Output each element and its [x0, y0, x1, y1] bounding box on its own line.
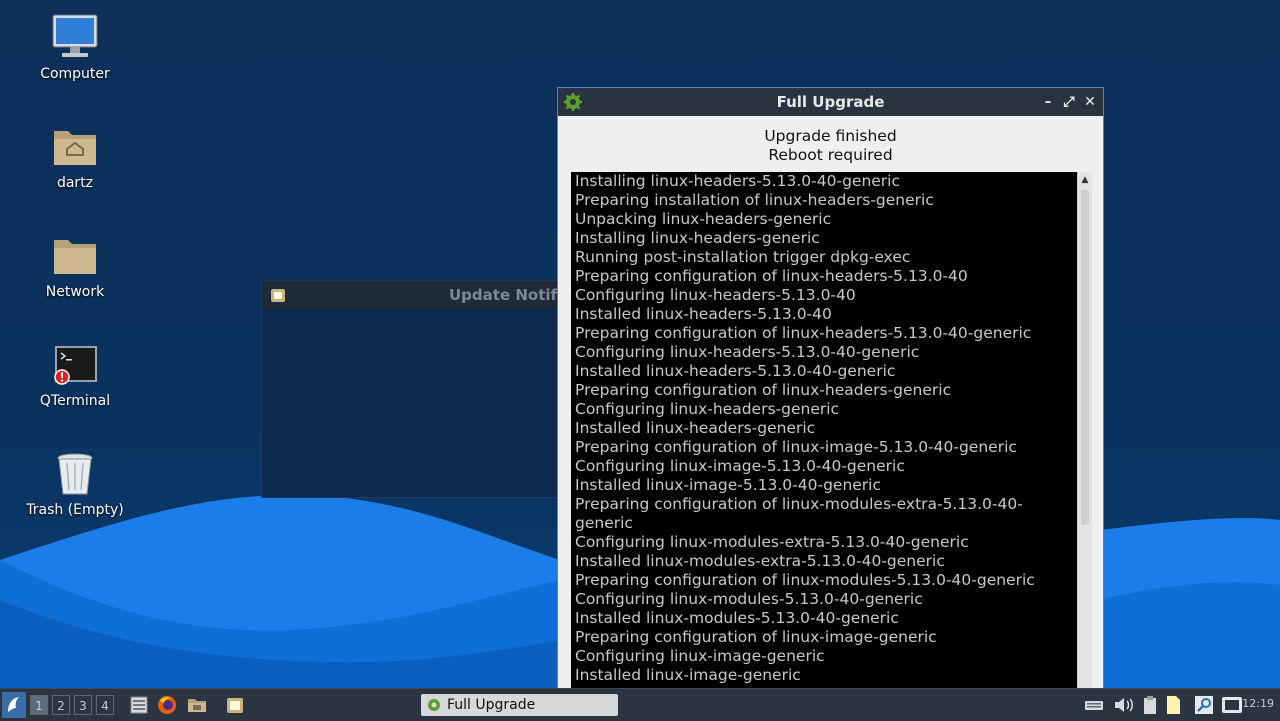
gear-icon — [428, 699, 440, 711]
log-line: Preparing installation of linux-headers-… — [575, 191, 934, 209]
desktop-switch-4[interactable]: 4 — [96, 695, 114, 715]
desktop-icon-label: Trash (Empty) — [26, 502, 124, 518]
scroll-up-arrow-icon[interactable]: ▲ — [1078, 174, 1092, 186]
desktop-switch-2[interactable]: 2 — [52, 695, 70, 715]
log-line: Installed linux-headers-generic — [575, 419, 816, 437]
minimize-button[interactable]: – — [1039, 93, 1057, 111]
computer-icon — [52, 14, 98, 57]
log-line: Configuring linux-headers-5.13.0-40-gene… — [575, 343, 920, 361]
log-line: Installing linux-headers-generic — [575, 229, 820, 247]
log-line: Running post-installation trigger dpkg-e… — [575, 248, 911, 266]
log-line: Installed linux-image-generic — [575, 666, 801, 684]
update-app-icon — [271, 289, 285, 302]
close-button[interactable]: ✕ — [1081, 93, 1099, 111]
trash-icon — [57, 453, 93, 495]
window-title: Full Upgrade — [776, 93, 885, 111]
log-line: Preparing configuration of linux-headers… — [575, 267, 968, 285]
file-manager-icon[interactable] — [187, 695, 207, 715]
log-line: Installed linux-image-5.13.0-40-generic — [575, 476, 882, 494]
full-upgrade-window[interactable]: Full Upgrade – ⤢ ✕ Upgrade finished Rebo… — [557, 87, 1104, 688]
desktop-switch-1[interactable]: 1 — [30, 695, 48, 715]
desktop-icon-label: QTerminal — [39, 393, 111, 409]
start-menu-icon[interactable] — [2, 692, 26, 718]
log-line: Installing linux-headers-5.13.0-40-gener… — [575, 172, 901, 190]
update-notifier-window[interactable]: Update Notifi — [261, 280, 563, 498]
desktop-icon-qterminal[interactable]: QTerminal — [20, 339, 130, 409]
log-line: Preparing configuration of linux-modules… — [575, 571, 1035, 589]
log-line: Preparing configuration of linux-headers… — [575, 381, 952, 399]
log-line: Installed linux-modules-5.13.0-40-generi… — [575, 609, 899, 627]
log-line: Unpacking linux-headers-generic — [575, 210, 832, 228]
notes-icon[interactable] — [1163, 695, 1183, 715]
terminal-icon — [54, 346, 97, 385]
desktop-icon-computer[interactable]: Computer — [20, 12, 130, 82]
desktop-icon-label: dartz — [56, 175, 94, 191]
desktop-switch-3[interactable]: 3 — [74, 695, 92, 715]
desktop-icon-label: Computer — [40, 66, 110, 82]
upgrade-status: Upgrade finished Reboot required — [558, 116, 1103, 165]
keyboard-icon[interactable] — [1084, 695, 1104, 715]
folder-icon — [54, 240, 96, 274]
show-desktop-icon[interactable] — [129, 695, 149, 715]
maximize-button[interactable]: ⤢ — [1060, 93, 1078, 111]
log-line: Configuring linux-headers-generic — [575, 400, 840, 418]
desktop-icon-home[interactable]: dartz — [20, 121, 130, 191]
update-notifier-tray-icon[interactable] — [1221, 695, 1243, 715]
log-line: Preparing configuration of linux-modules… — [575, 495, 1023, 532]
log-line: Configuring linux-headers-5.13.0-40 — [575, 286, 856, 304]
taskbar-task-full-upgrade[interactable]: Full Upgrade — [421, 694, 618, 716]
log-line: Configuring linux-image-5.13.0-40-generi… — [575, 457, 905, 475]
desktop-background: Computer dartz Network QTerminal Trash (… — [0, 0, 1280, 688]
log-line: Configuring linux-image-generic — [575, 647, 825, 665]
update-notifier-titlebar[interactable]: Update Notifi — [262, 281, 562, 309]
firefox-icon[interactable] — [157, 695, 177, 715]
log-line: Installed linux-headers-5.13.0-40 — [575, 305, 832, 323]
home-folder-icon — [54, 131, 96, 165]
status-reboot: Reboot required — [768, 146, 893, 164]
log-line: Preparing configuration of linux-headers… — [575, 324, 1032, 342]
search-icon[interactable] — [1194, 695, 1214, 715]
log-line: Installed linux-headers-5.13.0-40-generi… — [575, 362, 896, 380]
window-titlebar[interactable]: Full Upgrade – ⤢ ✕ — [558, 88, 1103, 116]
update-app-icon[interactable] — [225, 695, 245, 715]
status-finished: Upgrade finished — [764, 127, 897, 145]
clock[interactable]: 12:19 — [1242, 697, 1274, 710]
upgrade-log[interactable]: Installing linux-headers-5.13.0-40-gener… — [571, 172, 1077, 688]
task-label: Full Upgrade — [447, 697, 536, 713]
scrollbar-thumb[interactable] — [1081, 190, 1089, 525]
log-scrollbar[interactable]: ▲ — [1077, 172, 1092, 688]
taskbar: 1 2 3 4 Full Upgrade 12:19 — [0, 688, 1280, 721]
desktop-icon-label: Network — [45, 284, 105, 300]
log-line: Preparing configuration of linux-image-g… — [575, 628, 937, 646]
log-line: Preparing configuration of linux-image-5… — [575, 438, 1017, 456]
log-line: Configuring linux-modules-5.13.0-40-gene… — [575, 590, 923, 608]
volume-icon[interactable] — [1113, 695, 1135, 715]
update-notifier-title: Update Notifi — [449, 286, 562, 304]
desktop-icon-trash[interactable]: Trash (Empty) — [20, 448, 130, 518]
clipboard-icon[interactable] — [1142, 695, 1158, 715]
log-line: Installed linux-modules-extra-5.13.0-40-… — [575, 552, 945, 570]
desktop-icon-network[interactable]: Network — [20, 230, 130, 300]
log-line: Configuring linux-modules-extra-5.13.0-4… — [575, 533, 969, 551]
